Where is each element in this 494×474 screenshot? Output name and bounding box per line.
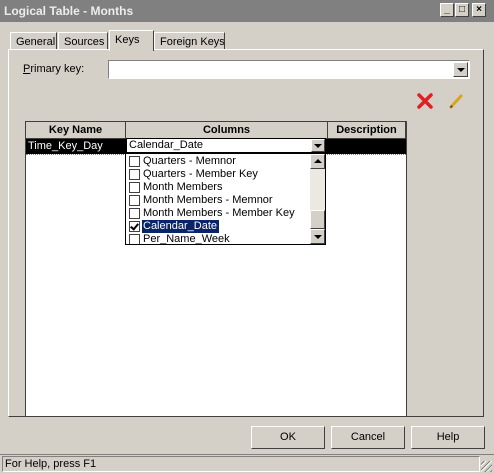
scroll-up-icon[interactable] [310, 154, 325, 169]
primary-key-select[interactable] [108, 60, 470, 79]
list-item[interactable]: Calendar_Date [127, 220, 309, 233]
tab-sources[interactable]: Sources [58, 32, 108, 50]
cancel-button[interactable]: Cancel [331, 426, 405, 449]
list-item[interactable]: Month Members - Member Key [127, 207, 309, 220]
scroll-thumb[interactable] [310, 210, 325, 229]
checkbox[interactable] [129, 156, 140, 167]
red-x-delete-icon[interactable] [416, 92, 434, 110]
status-bar: For Help, press F1 [0, 454, 494, 474]
window-title: Logical Table - Months [4, 4, 134, 18]
resize-grip-icon[interactable] [481, 461, 492, 472]
tab-general[interactable]: General [10, 32, 57, 50]
minimize-button[interactable]: _ [440, 3, 454, 17]
tab-foreign-keys[interactable]: Foreign Keys [154, 32, 225, 50]
ok-button[interactable]: OK [251, 426, 325, 449]
header-columns[interactable]: Columns [126, 122, 328, 139]
status-text: For Help, press F1 [2, 456, 480, 472]
key-name-cell[interactable]: Time_Key_Day [28, 140, 103, 152]
pencil-edit-icon[interactable] [447, 92, 465, 110]
dropdown-scrollbar[interactable] [310, 154, 325, 244]
checkbox[interactable] [129, 208, 140, 219]
checkbox[interactable] [129, 234, 140, 244]
checkbox[interactable] [129, 195, 140, 206]
checkbox[interactable] [129, 182, 140, 193]
list-item[interactable]: Month Members - Memnor [127, 194, 309, 207]
maximize-button[interactable]: □ [455, 3, 469, 17]
checkbox-checked[interactable] [129, 221, 140, 232]
checkbox[interactable] [129, 169, 140, 180]
columns-combo-value: Calendar_Date [129, 139, 203, 151]
chevron-down-icon[interactable] [453, 62, 468, 77]
header-description[interactable]: Description [328, 122, 406, 139]
scroll-down-icon[interactable] [310, 229, 325, 244]
columns-combo[interactable]: Calendar_Date [126, 138, 326, 153]
chevron-down-icon[interactable] [311, 139, 325, 152]
list-item[interactable]: Quarters - Member Key [127, 168, 309, 181]
help-button[interactable]: Help [411, 426, 485, 449]
columns-dropdown-list[interactable]: Quarters - Memnor Quarters - Member Key … [125, 153, 326, 245]
list-item[interactable]: Per_Name_Week [127, 233, 309, 244]
close-button[interactable]: × [472, 3, 486, 17]
header-key-name[interactable]: Key Name [26, 122, 126, 139]
title-bar: Logical Table - Months _ □ × [0, 0, 494, 22]
list-item[interactable]: Quarters - Memnor [127, 155, 309, 168]
primary-key-label: Primary key: [23, 63, 85, 75]
tab-keys[interactable]: Keys [109, 30, 154, 51]
list-item[interactable]: Month Members [127, 181, 309, 194]
